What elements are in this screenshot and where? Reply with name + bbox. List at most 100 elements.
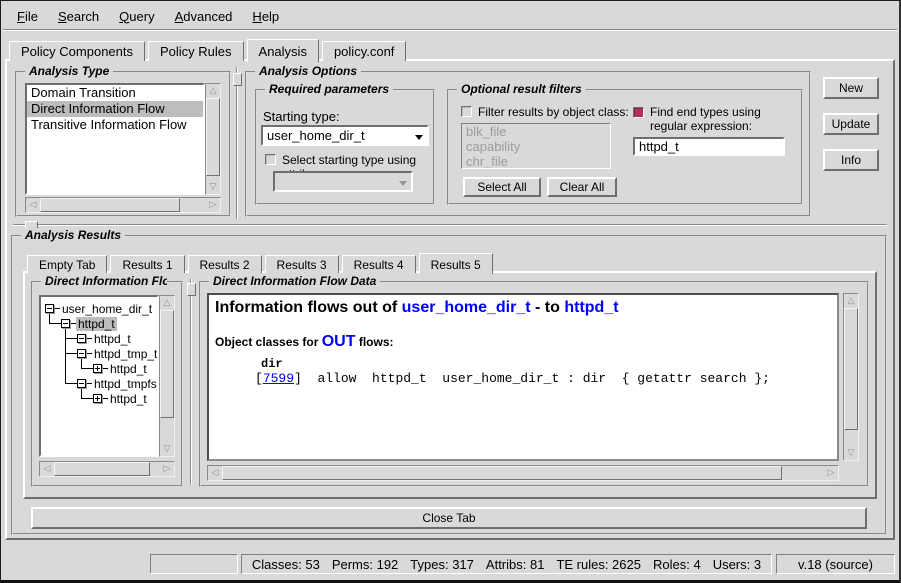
- rule-number-link[interactable]: 7599: [263, 371, 294, 386]
- regex-checkbox-checked[interactable]: [633, 107, 644, 118]
- flow-data-text[interactable]: Information flows out of user_home_dir_t…: [207, 293, 839, 461]
- tree-collapse-icon[interactable]: [77, 349, 86, 358]
- scrollbar-right-arrow[interactable]: ▷: [824, 466, 838, 480]
- scrollbar-thumb[interactable]: [844, 308, 858, 430]
- tree-expand-icon[interactable]: [93, 364, 102, 373]
- scrollbar-down-arrow[interactable]: ▽: [206, 180, 220, 194]
- scrollbar-trough[interactable]: [150, 462, 160, 476]
- close-tab-button[interactable]: Close Tab: [31, 507, 867, 529]
- tab-results-4[interactable]: Results 4: [342, 255, 416, 273]
- list-item[interactable]: Domain Transition: [27, 85, 203, 101]
- analysis-type-listbox[interactable]: Domain Transition Direct Information Flo…: [25, 83, 205, 195]
- analysis-type-frame: Analysis Type Domain Transition Direct I…: [15, 71, 231, 217]
- menu-advanced[interactable]: Advanced: [165, 5, 243, 28]
- chevron-down-icon: [395, 175, 411, 189]
- tab-policy-components[interactable]: Policy Components: [9, 41, 145, 61]
- flow-tree[interactable]: user_home_dir_t httpd_t httpd_t: [39, 295, 159, 457]
- flow-direction: OUT: [322, 333, 356, 350]
- select-all-button[interactable]: Select All: [463, 177, 541, 197]
- list-item-selected[interactable]: Direct Information Flow: [27, 101, 203, 117]
- tree-collapse-icon[interactable]: [61, 319, 70, 328]
- object-class-label: dir: [215, 357, 831, 371]
- tree-node[interactable]: httpd_tmpfs_t: [92, 377, 159, 391]
- results-page: Direct Information Flow T: [23, 271, 877, 499]
- results-sash-vertical[interactable]: [187, 279, 196, 485]
- scrollbar-left-arrow[interactable]: ◁: [40, 462, 54, 476]
- object-class-listbox-disabled: blk_file capability chr_file: [461, 123, 611, 169]
- stat-roles: Roles: 4: [653, 557, 701, 572]
- update-button[interactable]: Update: [823, 113, 879, 135]
- tree-vscrollbar[interactable]: △ ▽: [159, 295, 175, 457]
- attrib-checkbox[interactable]: [265, 154, 276, 165]
- tree-expand-icon[interactable]: [93, 394, 102, 403]
- scrollbar-trough[interactable]: [782, 466, 824, 480]
- tab-analysis[interactable]: Analysis: [247, 39, 319, 63]
- tree-collapse-icon[interactable]: [77, 334, 86, 343]
- menu-query[interactable]: Query: [109, 5, 164, 28]
- pane-sash-horizontal[interactable]: [13, 221, 887, 230]
- scrollbar-thumb[interactable]: [40, 198, 180, 212]
- clear-all-button[interactable]: Clear All: [547, 177, 617, 197]
- stat-perms: Perms: 192: [332, 557, 398, 572]
- data-hscrollbar[interactable]: ◁ ▷: [207, 465, 839, 481]
- attrib-combobox-disabled[interactable]: [273, 171, 413, 192]
- tab-policy-conf[interactable]: policy.conf: [322, 41, 406, 61]
- scrollbar-thumb[interactable]: [160, 310, 174, 418]
- tree-node-selected[interactable]: httpd_t: [76, 317, 117, 331]
- pane-sash-vertical[interactable]: [233, 67, 242, 219]
- analysis-type-vscrollbar[interactable]: △ ▽: [205, 83, 221, 195]
- tab-results-1[interactable]: Results 1: [110, 255, 184, 273]
- tab-results-2[interactable]: Results 2: [188, 255, 262, 273]
- tree-line: [65, 338, 77, 339]
- scrollbar-trough[interactable]: [160, 418, 174, 442]
- tab-empty[interactable]: Empty Tab: [27, 255, 107, 273]
- stat-te-rules: TE rules: 2625: [556, 557, 641, 572]
- tree-node[interactable]: httpd_t: [92, 332, 133, 346]
- list-item[interactable]: Transitive Information Flow: [27, 117, 203, 133]
- required-parameters-frame: Required parameters Starting type: user_…: [255, 89, 435, 205]
- tree-node[interactable]: user_home_dir_t: [60, 302, 154, 316]
- info-button[interactable]: Info: [823, 149, 879, 171]
- tree-collapse-icon[interactable]: [77, 379, 86, 388]
- scrollbar-right-arrow[interactable]: ▷: [160, 462, 174, 476]
- scrollbar-thumb[interactable]: [54, 462, 150, 476]
- tab-results-5[interactable]: Results 5: [419, 253, 493, 275]
- scrollbar-left-arrow[interactable]: ◁: [208, 466, 222, 480]
- tree-node[interactable]: httpd_t: [108, 392, 149, 406]
- sash-handle[interactable]: [187, 283, 196, 296]
- analysis-type-hscrollbar[interactable]: ◁ ▷: [25, 197, 221, 213]
- object-class-checkbox-row: Filter results by object class:: [461, 105, 629, 119]
- data-vscrollbar[interactable]: △ ▽: [843, 293, 859, 461]
- menubar: File Search Query Advanced Help: [3, 3, 897, 30]
- flow-target-type: httpd_t: [564, 299, 618, 316]
- menu-search[interactable]: Search: [48, 5, 109, 28]
- rule-line: [7599] allow httpd_t user_home_dir_t : d…: [215, 371, 831, 386]
- menu-help[interactable]: Help: [242, 5, 289, 28]
- new-button[interactable]: New: [823, 77, 879, 99]
- scrollbar-right-arrow[interactable]: ▷: [206, 198, 220, 212]
- scrollbar-thumb[interactable]: [222, 466, 782, 480]
- scrollbar-down-arrow[interactable]: ▽: [844, 446, 858, 460]
- scrollbar-trough[interactable]: [844, 430, 858, 446]
- regex-input[interactable]: [633, 137, 785, 156]
- tree-node[interactable]: httpd_t: [108, 362, 149, 376]
- sash-handle[interactable]: [233, 73, 242, 86]
- object-class-filter-checkbox[interactable]: [461, 106, 472, 117]
- tab-policy-rules[interactable]: Policy Rules: [148, 41, 244, 61]
- scrollbar-trough[interactable]: [180, 198, 206, 212]
- scrollbar-up-arrow[interactable]: △: [844, 294, 858, 308]
- scrollbar-up-arrow[interactable]: △: [160, 296, 174, 310]
- tree-node[interactable]: httpd_tmp_t: [92, 347, 159, 361]
- menu-file[interactable]: File: [7, 5, 48, 28]
- scrollbar-thumb[interactable]: [206, 98, 220, 176]
- starting-type-combobox[interactable]: user_home_dir_t: [261, 125, 429, 146]
- scrollbar-left-arrow[interactable]: ◁: [26, 198, 40, 212]
- tab-results-3[interactable]: Results 3: [265, 255, 339, 273]
- tree-hscrollbar[interactable]: ◁ ▷: [39, 461, 175, 477]
- stat-types: Types: 317: [410, 557, 474, 572]
- scrollbar-up-arrow[interactable]: △: [206, 84, 220, 98]
- tree-collapse-icon[interactable]: [45, 304, 54, 313]
- scrollbar-down-arrow[interactable]: ▽: [160, 442, 174, 456]
- chevron-down-icon[interactable]: [411, 129, 427, 143]
- rule-text: allow httpd_t user_home_dir_t : dir { ge…: [302, 371, 770, 386]
